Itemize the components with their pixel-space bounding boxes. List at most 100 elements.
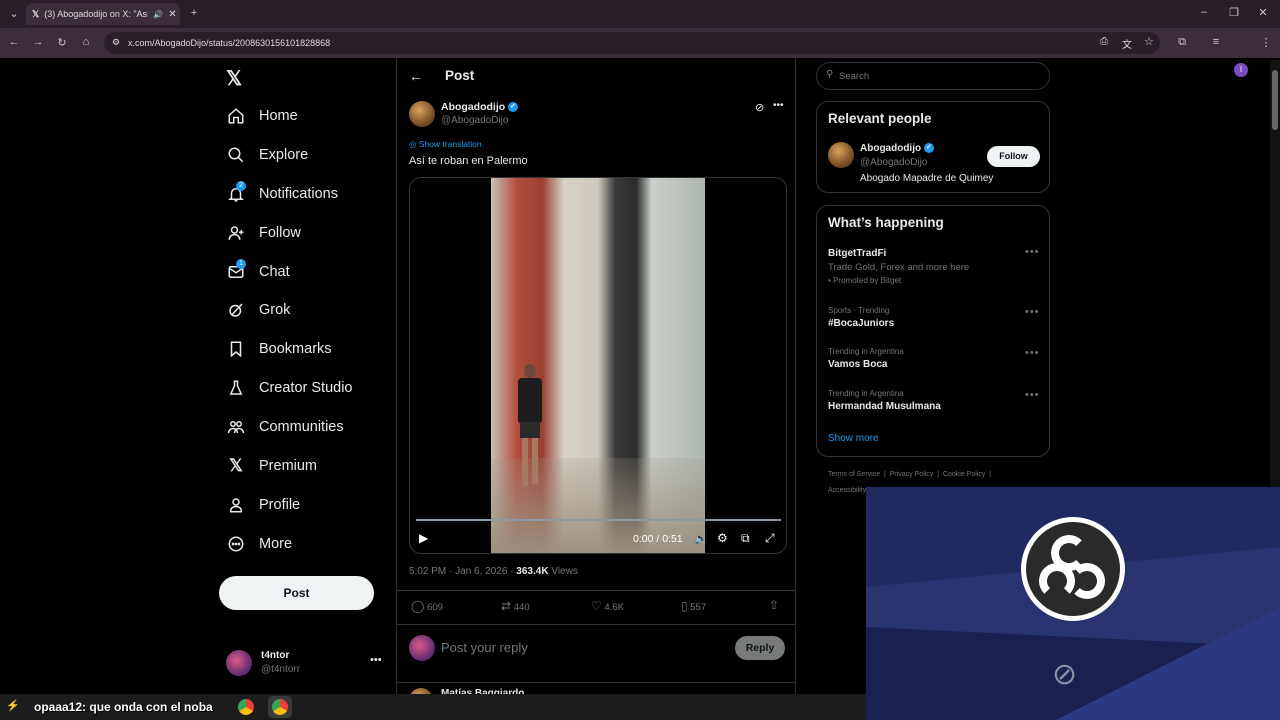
trend-more-icon[interactable]: •••	[1025, 389, 1040, 401]
verified-badge-icon: ✓	[508, 102, 519, 113]
nav-explore[interactable]: Explore	[226, 137, 308, 173]
bookmark-action[interactable]: ▯ 557	[681, 599, 706, 613]
account-switcher[interactable]: t4ntor @t4ntorr •••	[226, 648, 386, 680]
trend-title: Hermandad Musulmana	[828, 401, 941, 412]
nav-label: Communities	[259, 419, 344, 435]
footer-link[interactable]: Terms of Service	[828, 471, 880, 478]
trend-item[interactable]: BitgetTradFi Trade Gold, Forex and more …	[828, 248, 1028, 285]
nav-more[interactable]: More	[226, 526, 292, 562]
restore-icon[interactable]: ❐	[1226, 6, 1242, 19]
nav-creator-studio[interactable]: Creator Studio	[226, 370, 353, 406]
browser-tab[interactable]: 𝕏 (3) Abogadodijo on X: "Así 🔊 ✕	[26, 3, 180, 25]
post-button[interactable]: Post	[219, 576, 374, 610]
tab-list-icon[interactable]: ⌄	[6, 7, 22, 20]
author-avatar[interactable]	[409, 101, 435, 127]
tab-close-icon[interactable]: ✕	[168, 9, 176, 20]
nav-grok[interactable]: Grok	[226, 292, 290, 328]
nav-bookmarks[interactable]: Bookmarks	[226, 331, 332, 367]
show-more-link[interactable]: Show more	[828, 433, 879, 444]
trend-item[interactable]: Trending in Argentina Vamos Boca	[828, 347, 1028, 370]
post-timestamp[interactable]: 5:02 PM · Jan 6, 2026 ·	[409, 566, 514, 577]
chrome-icon[interactable]	[238, 699, 254, 715]
taskbar: ⚡ opaaa12: que onda con el noba	[0, 694, 866, 720]
install-icon[interactable]: ⎙	[1100, 36, 1108, 47]
trend-more-icon[interactable]: •••	[1025, 246, 1040, 258]
bookmark-outline-icon: ▯	[681, 599, 688, 613]
forward-icon[interactable]: →	[30, 36, 46, 48]
relevant-name-row[interactable]: Abogadodijo ✓	[860, 143, 934, 154]
browser-menu-icon[interactable]: ⋮	[1258, 36, 1274, 49]
trend-item[interactable]: Trending in Argentina Hermandad Musulman…	[828, 389, 1028, 412]
extensions-icon[interactable]: ⧉	[1174, 36, 1190, 49]
relevant-people-card: Relevant people Abogadodijo ✓ @AbogadoDi…	[816, 101, 1050, 193]
search-placeholder: Search	[839, 71, 870, 82]
bookmark-star-icon[interactable]: ☆	[1144, 35, 1154, 48]
avatar	[226, 650, 252, 676]
reply-action[interactable]: ◯ 609	[411, 599, 443, 613]
scrollbar-thumb[interactable]	[1272, 70, 1278, 130]
nav-chat[interactable]: Chat	[226, 254, 290, 290]
grok-explain-icon[interactable]: ⊘	[755, 101, 764, 114]
views-label: Views	[551, 566, 578, 577]
trend-context: Trending in Argentina	[828, 389, 904, 398]
translate-icon[interactable]: 文	[1122, 36, 1132, 51]
video-progress-bar[interactable]	[416, 519, 781, 521]
nav-home[interactable]: Home	[226, 98, 298, 134]
relevant-bio: Abogado Mapadre de Quimey	[860, 173, 994, 184]
footer-link[interactable]: Accessibility	[828, 487, 866, 494]
divider	[397, 624, 795, 625]
x-icon: 𝕏	[229, 456, 243, 475]
nav-premium[interactable]: 𝕏 Premium	[226, 448, 317, 484]
reply-input[interactable]: Post your reply	[441, 640, 528, 655]
like-action[interactable]: ♡ 4.6K	[591, 599, 624, 613]
nav-follow[interactable]: Follow	[226, 215, 301, 251]
post-meta: 5:02 PM · Jan 6, 2026 · 363.4K Views	[409, 566, 578, 577]
nav-communities[interactable]: Communities	[226, 409, 344, 445]
follow-button[interactable]: Follow	[987, 146, 1040, 167]
footer-link[interactable]: Privacy Policy	[890, 471, 934, 478]
relevant-avatar[interactable]	[828, 142, 854, 168]
video-player[interactable]: ▶ 0:00 / 0:51 🔈 ⚙ ⧉ ⤢	[409, 177, 787, 554]
x-logo-icon[interactable]: 𝕏	[226, 66, 242, 91]
trend-title: #BocaJuniors	[828, 318, 895, 329]
new-tab-icon[interactable]: +	[186, 7, 202, 19]
profile-avatar-icon[interactable]: I	[1234, 63, 1248, 77]
picture-in-picture-icon[interactable]: ⧉	[741, 531, 750, 546]
search-box[interactable]: ⚲ Search	[816, 62, 1050, 90]
nav-profile[interactable]: Profile	[226, 487, 300, 523]
promoted-icon: ▪	[828, 276, 831, 285]
tab-audio-icon[interactable]: 🔊	[153, 10, 163, 19]
reply-button[interactable]: Reply	[735, 636, 785, 660]
media-control-icon[interactable]: ≡	[1208, 36, 1224, 48]
home-browser-icon[interactable]: ⌂	[78, 36, 94, 48]
show-translation-link[interactable]: ◎ Show translation	[409, 139, 482, 150]
author-name: Abogadodijo	[441, 101, 506, 113]
author-name-row[interactable]: Abogadodijo ✓	[441, 101, 519, 113]
share-icon[interactable]: ⇧	[769, 598, 779, 612]
trend-more-icon[interactable]: •••	[1025, 347, 1040, 359]
app-icon[interactable]: ⚡	[6, 699, 20, 712]
site-info-icon[interactable]: ⚙	[112, 37, 120, 48]
active-app-button[interactable]	[268, 696, 292, 718]
trend-more-icon[interactable]: •••	[1025, 306, 1040, 318]
promoted-row: ▪ Promoted by Bitget	[828, 276, 1028, 285]
repost-action[interactable]: ⇄ 440	[501, 599, 530, 613]
post-more-icon[interactable]: •••	[773, 100, 784, 111]
play-icon[interactable]: ▶	[419, 531, 428, 545]
close-window-icon[interactable]: ✕	[1255, 6, 1271, 19]
back-icon[interactable]: ←	[6, 36, 22, 48]
author-handle[interactable]: @AbogadoDijo	[441, 115, 508, 126]
settings-icon[interactable]: ⚙	[717, 531, 728, 545]
trend-context: Trending in Argentina	[828, 347, 904, 356]
fullscreen-icon[interactable]: ⤢	[765, 531, 775, 546]
minimize-icon[interactable]: –	[1196, 6, 1212, 18]
footer-link[interactable]: Cookie Policy	[943, 471, 985, 478]
reload-icon[interactable]: ↻	[54, 36, 70, 49]
volume-icon[interactable]: 🔈	[694, 532, 708, 545]
url-bar[interactable]: ⚙ x.com/AbogadoDijo/status/2008630156101…	[104, 32, 1160, 54]
trend-item[interactable]: Sports · Trending #BocaJuniors	[828, 306, 1028, 329]
bookmark-count: 557	[690, 602, 707, 613]
back-arrow-icon[interactable]: ←	[409, 68, 423, 84]
divider	[397, 590, 795, 591]
chat-badge: 1	[236, 259, 246, 269]
